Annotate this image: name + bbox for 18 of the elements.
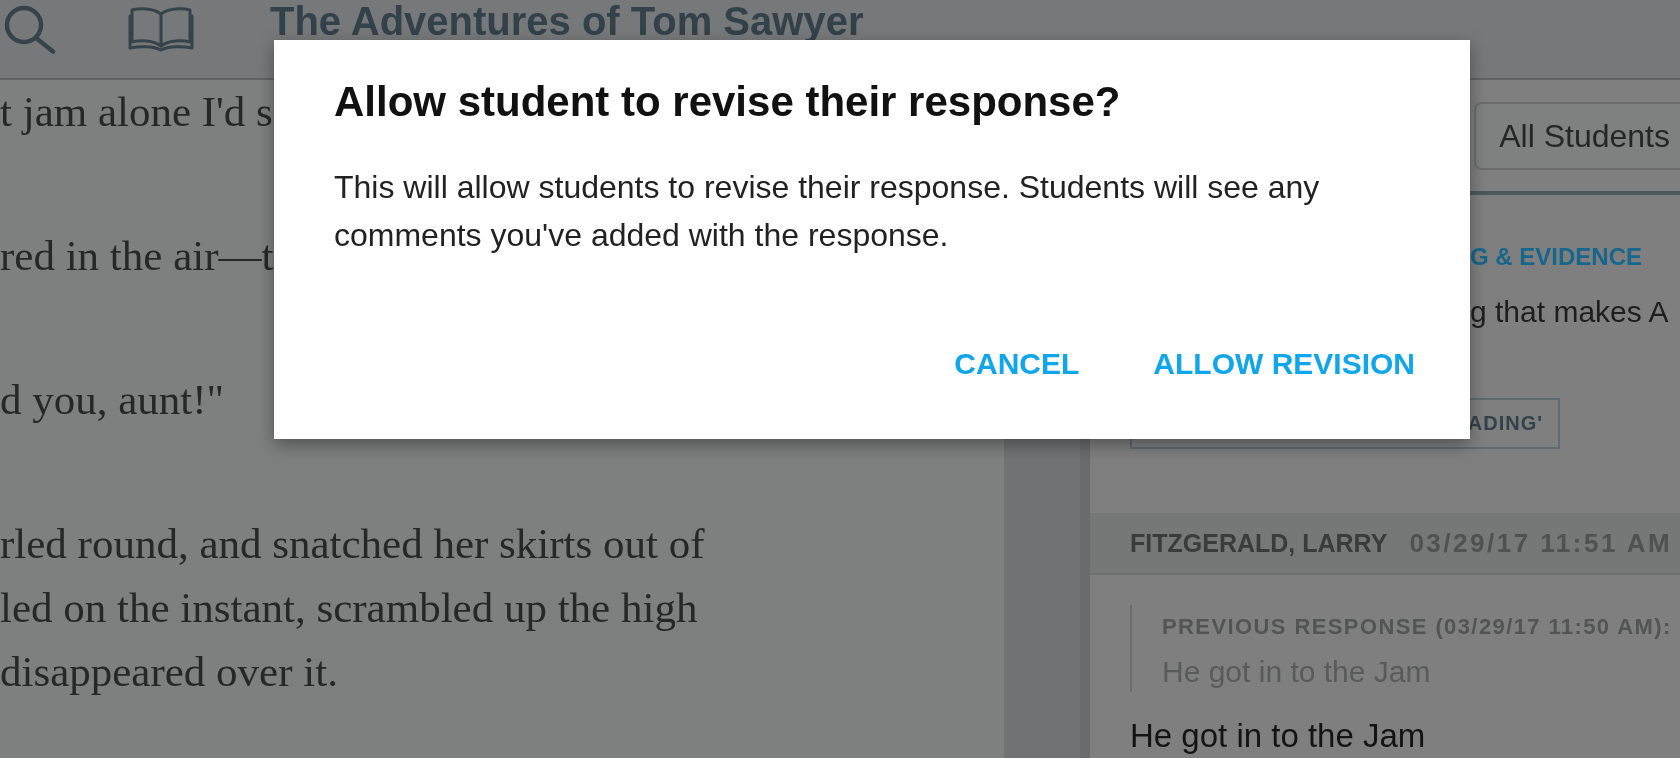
question-category: G & EVIDENCE xyxy=(1470,241,1643,272)
student-name: FITZGERALD, LARRY xyxy=(1130,528,1388,558)
dialog-message: This will allow students to revise their response. Students will see any comments you've added with the response. xyxy=(334,168,1321,255)
book-text-line: disappeared over it. xyxy=(0,647,338,697)
dialog-button[interactable]: CANCEL xyxy=(946,338,1088,390)
response-text: He got in to the Jam xyxy=(1130,716,1426,756)
student-filter-button[interactable]: All Students xyxy=(1474,102,1680,170)
book-text-line: d you, aunt!" xyxy=(0,375,225,425)
dialog-title: Allow student to revise their response? xyxy=(334,77,1121,127)
book-text-line: red in the air—t xyxy=(0,231,274,281)
book-text-line: rled round, and snatched her skirts out of xyxy=(0,519,705,569)
book-text-line: led on the instant, scrambled up the high xyxy=(0,583,698,633)
dialog-button[interactable]: ALLOW REVISION xyxy=(1145,338,1423,390)
search-icon[interactable] xyxy=(4,5,56,54)
question-text: g that makes A xyxy=(1470,293,1669,330)
book-icon[interactable] xyxy=(128,6,194,52)
book-text-line: t jam alone I'd s xyxy=(0,87,273,137)
book-title: The Adventures of Tom Sawyer xyxy=(270,3,864,39)
